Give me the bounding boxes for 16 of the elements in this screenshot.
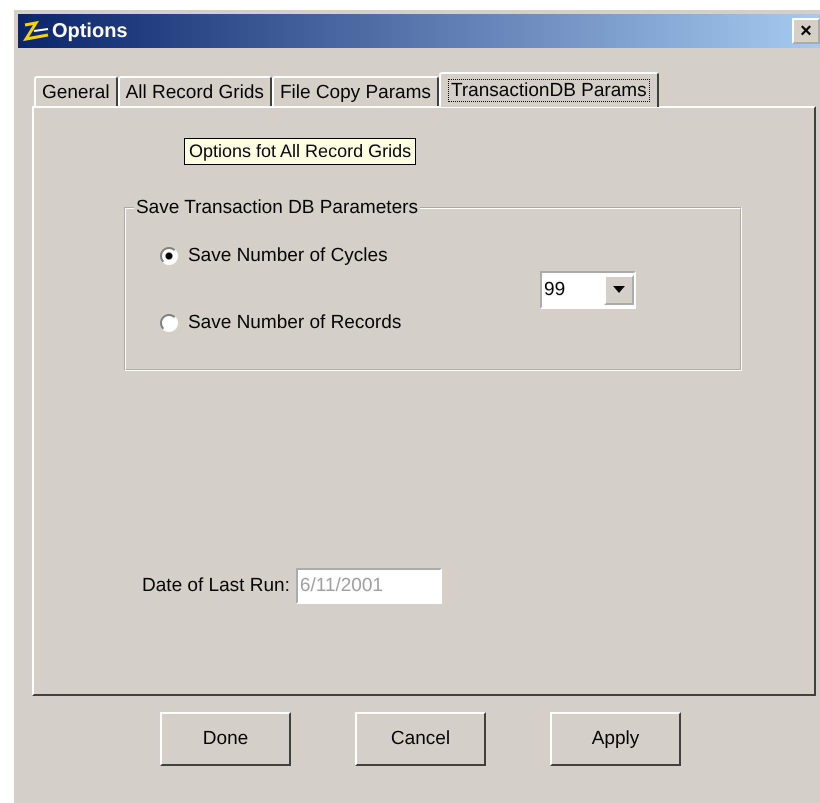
tab[interactable]: File Copy Params [272,76,439,106]
tab[interactable]: General [34,76,118,106]
close-button[interactable]: × [792,18,820,44]
radio-button[interactable] [160,247,178,265]
window-title: Options [52,20,129,42]
field-label: Date of Last Run: [142,575,290,597]
dialog-button[interactable]: Cancel [355,712,486,766]
number-dropdown[interactable]: 99 [540,270,636,308]
tab[interactable]: TransactionDB Params [438,72,659,107]
radio-button[interactable] [160,314,178,332]
radio-label[interactable]: Save Number of Records [188,312,402,334]
tooltip: Options fot All Record Grids [184,138,416,165]
dialog-button[interactable]: Done [160,712,291,766]
radio-label[interactable]: Save Number of Cycles [188,245,388,267]
dialog-button[interactable]: Apply [550,712,681,766]
tab[interactable]: All Record Grids [118,76,272,106]
